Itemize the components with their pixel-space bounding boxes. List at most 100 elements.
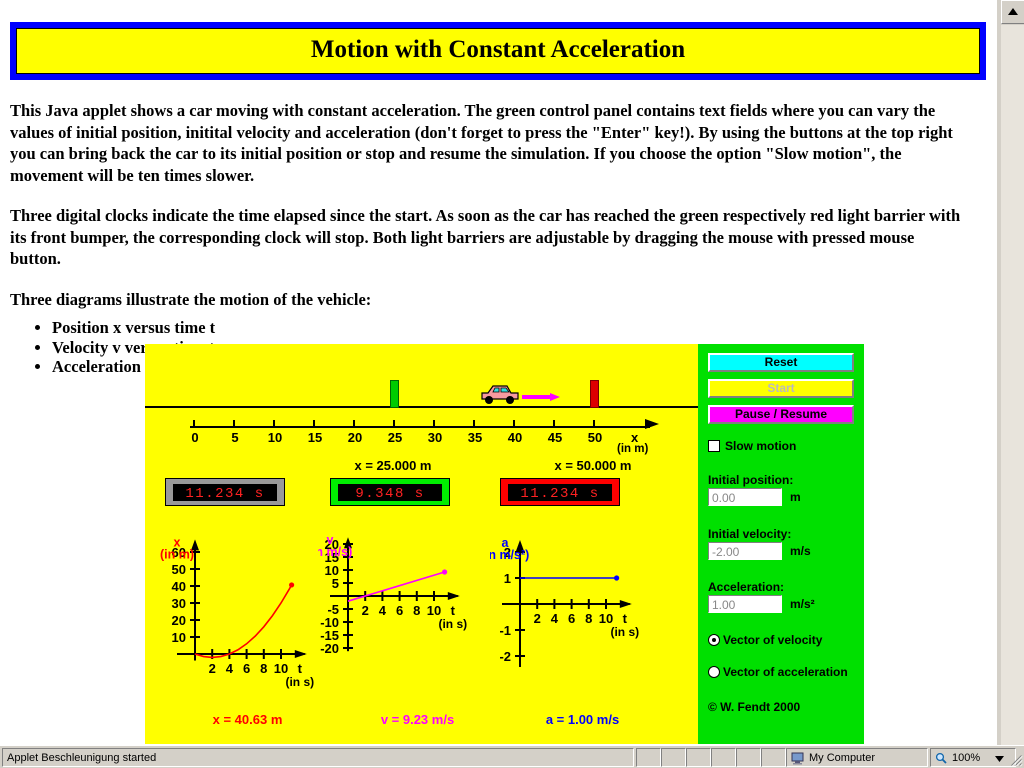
svg-text:-2: -2 [499, 649, 511, 664]
initial-velocity-input[interactable]: -2.00 [708, 542, 782, 560]
status-pane-4 [711, 748, 736, 767]
svg-text:t: t [623, 611, 628, 626]
svg-text:6: 6 [396, 603, 403, 618]
axis-tick-label: 0 [191, 430, 199, 445]
reset-button[interactable]: Reset [708, 353, 854, 372]
svg-text:10: 10 [274, 661, 288, 676]
velocity-vector-arrow [522, 393, 561, 401]
svg-text:4: 4 [551, 611, 559, 626]
magnifier-icon [935, 752, 947, 764]
svg-text:40: 40 [172, 579, 186, 594]
status-pane-3 [686, 748, 711, 767]
svg-text:10: 10 [427, 603, 441, 618]
axis-tick-label: 15 [307, 430, 323, 445]
svg-text:-10: -10 [320, 615, 339, 630]
axis-tick-label: 5 [231, 430, 239, 445]
radio-row-acceleration[interactable]: Vector of acceleration [708, 665, 864, 681]
initial-velocity-label: Initial velocity: [708, 527, 792, 541]
slow-motion-row[interactable]: Slow motion [708, 439, 858, 455]
clock-value: 9.348 s [355, 486, 425, 502]
title-inner: Motion with Constant Acceleration [16, 28, 980, 74]
axis-tick [353, 420, 355, 428]
status-pane-6 [761, 748, 786, 767]
barrier-caption-green: x = 25.000 m [354, 458, 432, 473]
radio-row-velocity[interactable]: Vector of velocity [708, 633, 864, 649]
car-icon [481, 385, 519, 404]
slow-motion-checkbox[interactable] [708, 440, 720, 452]
svg-text:4: 4 [379, 603, 387, 618]
chart-position-time: 2 4 6 8 10102030405060x(in m)t(in s) [160, 535, 314, 689]
svg-text:30: 30 [172, 596, 186, 611]
scroll-up-button[interactable] [1001, 0, 1024, 24]
axis-tick-label: 10 [267, 430, 283, 445]
initial-position-unit: m [790, 490, 801, 504]
resize-grip-icon[interactable] [1009, 753, 1023, 767]
svg-text:10: 10 [172, 630, 186, 645]
axis-tick-label: 25 [387, 430, 403, 445]
chevron-up-icon [1008, 8, 1018, 15]
axis-tick [393, 420, 395, 428]
radio-label-acceleration: Vector of acceleration [723, 665, 848, 679]
axis-tick [313, 420, 315, 428]
security-zone-pane[interactable]: My Computer [786, 748, 928, 767]
clock-screen: 11.234 s [508, 484, 612, 502]
control-panel: Reset Start Pause / Resume Slow motion I… [698, 344, 864, 744]
start-button[interactable]: Start [708, 379, 854, 398]
clock-screen: 9.348 s [338, 484, 442, 502]
zoom-level-label: 100% [952, 752, 981, 764]
acceleration-input[interactable]: 1.00 [708, 595, 782, 613]
initial-position-input[interactable]: 0.00 [708, 488, 782, 506]
vertical-scrollbar[interactable] [996, 0, 1024, 745]
svg-text:1: 1 [504, 571, 511, 586]
chevron-down-icon[interactable] [995, 756, 1004, 762]
scroll-track[interactable] [1001, 25, 1024, 745]
pause-resume-button[interactable]: Pause / Resume [708, 405, 854, 424]
copyright-notice: © W. Fendt 2000 [708, 700, 801, 714]
svg-text:8: 8 [260, 661, 267, 676]
clock-screen: 11.234 s [173, 484, 277, 502]
initial-position-label: Initial position: [708, 473, 794, 487]
light-barrier-red[interactable] [590, 380, 599, 408]
initial-velocity-unit: m/s [790, 544, 811, 558]
axis-tick [513, 420, 515, 428]
description-paragraph-1: This Java applet shows a car moving with… [10, 101, 953, 185]
svg-text:2: 2 [209, 661, 216, 676]
svg-text:6: 6 [243, 661, 250, 676]
chart-velocity-time: 246810-20-15-10-55101520v(in m/s)t(in s) [318, 533, 467, 656]
radio-label-velocity: Vector of velocity [723, 633, 823, 647]
acceleration-label: Acceleration: [708, 580, 785, 594]
readout-acceleration: a = 1.00 m/s [545, 712, 620, 727]
svg-text:2: 2 [534, 611, 541, 626]
light-barrier-green[interactable] [390, 380, 399, 408]
svg-text:(in s): (in s) [610, 625, 639, 639]
axis-tick [273, 420, 275, 428]
status-pane-5 [736, 748, 761, 767]
clock-value: 11.234 s [520, 486, 600, 502]
axis-line [190, 426, 650, 428]
axis-unit-x: (in m) [617, 443, 649, 455]
svg-text:(in s): (in s) [285, 675, 314, 689]
road-line [145, 406, 698, 408]
physics-applet[interactable]: 0 5 10 15 20 25 30 35 40 45 50 x (in m) x = 25.000… [145, 344, 864, 744]
svg-text:5: 5 [332, 576, 339, 591]
svg-text:(in s): (in s) [438, 617, 467, 631]
svg-text:t: t [451, 603, 456, 618]
svg-text:2: 2 [362, 603, 369, 618]
barrier-caption-red: x = 50.000 m [554, 458, 632, 473]
svg-text:-20: -20 [320, 641, 339, 656]
radio-vector-acceleration[interactable] [708, 666, 720, 678]
axis-arrowhead-icon [645, 419, 659, 429]
radio-vector-velocity[interactable] [708, 634, 720, 646]
clock-value: 11.234 s [185, 486, 265, 502]
svg-text:-5: -5 [327, 602, 339, 617]
axis-tick-label: 35 [467, 430, 483, 445]
simulation-stage[interactable]: 0 5 10 15 20 25 30 35 40 45 50 x (in m) x = 25.000… [145, 344, 698, 744]
zoom-pane[interactable]: 100% [930, 748, 1016, 767]
status-pane-2 [661, 748, 686, 767]
svg-text:6: 6 [568, 611, 575, 626]
description-paragraph-3: Three diagrams illustrate the motion of … [10, 289, 372, 309]
axis-tick-label: 45 [547, 430, 563, 445]
status-message: Applet Beschleunigung started [2, 748, 634, 767]
digital-clock-green: 9.348 s [330, 478, 450, 506]
svg-text:-15: -15 [320, 628, 339, 643]
